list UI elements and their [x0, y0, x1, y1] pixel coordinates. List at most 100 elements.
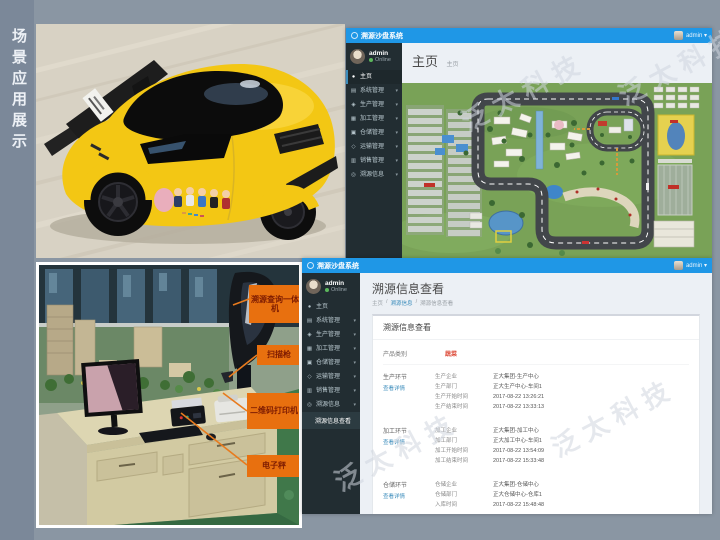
menu-item-label: 销售管理 — [360, 157, 392, 165]
menu-item-label: 运输管理 — [360, 143, 392, 151]
chevron-down-icon: ▾ — [395, 143, 398, 151]
category-value: 蔬菜 — [445, 349, 457, 358]
record-field-value: 2017-08-22 15:33:48 — [493, 456, 544, 466]
titlebar: 溯源沙盘系统 admin ▾ — [302, 258, 712, 273]
record-stage: 加工环节 — [383, 426, 425, 435]
titlebar: 溯源沙盘系统 admin ▾ — [346, 28, 712, 43]
record-row: 加工部门正大加工中心-车间1 — [435, 436, 689, 446]
sidebar-item[interactable]: ●主页 — [302, 300, 360, 314]
menu-item-label: 加工管理 — [360, 115, 392, 123]
record-row: 生产企业正大集团-生产中心 — [435, 372, 689, 382]
sidebar-item[interactable]: ▣仓储管理▾ — [346, 126, 402, 140]
record-field-label: 生产结束时间 — [435, 402, 493, 412]
record-field-value: 2017-08-22 13:54:09 — [493, 446, 544, 456]
record-stage: 仓储环节 — [383, 480, 425, 489]
sidebar-item[interactable]: ◇运输管理▾ — [346, 140, 402, 154]
record-field-value: 正大仓储中心-仓库1 — [493, 490, 542, 500]
sidebar-item[interactable]: ◈生产管理▾ — [346, 98, 402, 112]
menu-item-icon: ▤ — [350, 87, 357, 95]
avatar — [306, 279, 321, 294]
record-row: 入库时间2017-08-22 15:48:48 — [435, 500, 689, 510]
record-field-value: 正大集团-生产中心 — [493, 372, 539, 382]
sidebar-item[interactable]: ◈生产管理▾ — [302, 328, 360, 342]
menu-item-icon: ▥ — [350, 157, 357, 165]
breadcrumb-section[interactable]: 溯源信息 — [391, 299, 413, 307]
sidebar-item[interactable]: ◎溯源信息▾ — [302, 398, 360, 412]
sidebar-subitem-trace-view[interactable]: 溯源信息查看 — [302, 412, 360, 429]
sidebar: admin Online ●主页▤系统管理▾◈生产管理▾▦加工管理▾▣仓储管理▾… — [346, 43, 402, 258]
presentation-slide: 场景应用展示 — [0, 0, 720, 540]
sandbox-map-illustration — [402, 83, 712, 258]
equipment-tag-kiosk: 溯源查询一体机 — [249, 285, 301, 323]
main-content: 溯源信息查看 主页 / 溯源信息 / 溯源信息查看 溯源信息查看 产品类别 — [360, 273, 712, 514]
sidebar-submenu: 溯源信息查看 — [302, 412, 360, 429]
toy-car-illustration — [36, 24, 345, 258]
photo-office-equipment: 溯源查询一体机 扫描枪 二维码打印机 电子秤 — [36, 262, 302, 528]
menu-item-icon: ▥ — [306, 387, 313, 395]
sidebar-item[interactable]: ▥销售管理▾ — [302, 384, 360, 398]
trace-record: 生产环节查看详情生产企业正大集团-生产中心生产部门正大生产中心-车间1生产开始时… — [383, 365, 689, 419]
user-menu[interactable]: admin ▾ — [674, 261, 707, 270]
equipment-tag-printer: 二维码打印机 — [247, 393, 301, 429]
menu-item-label: 溯源信息 — [360, 171, 392, 179]
record-field-value: 正大加工中心-车间1 — [493, 436, 542, 446]
record-field-value: 2017-08-22 13:33:13 — [493, 402, 544, 412]
chevron-down-icon: ▾ — [395, 115, 398, 123]
page-title: 主页 — [412, 54, 438, 69]
sidebar-item[interactable]: ◇运输管理▾ — [302, 370, 360, 384]
sidebar-item[interactable]: ●主页 — [346, 70, 402, 84]
menu-item-label: 运输管理 — [316, 373, 350, 381]
menu-item-icon: ▦ — [350, 115, 357, 123]
sidebar-item[interactable]: ▦加工管理▾ — [346, 112, 402, 126]
sidebar-item[interactable]: ▦加工管理▾ — [302, 342, 360, 356]
avatar — [674, 261, 683, 270]
view-details-link[interactable]: 查看详情 — [383, 438, 425, 446]
record-row: 仓储企业正大集团-仓储中心 — [435, 480, 689, 490]
menu-item-icon: ● — [306, 303, 313, 311]
record-row: 加工结束时间2017-08-22 15:33:48 — [435, 456, 689, 466]
sidebar-item[interactable]: ▣仓储管理▾ — [302, 356, 360, 370]
online-dot-icon — [369, 58, 373, 62]
sidebar-item[interactable]: ▥销售管理▾ — [346, 154, 402, 168]
record-field-label: 加工结束时间 — [435, 456, 493, 466]
menu-item-label: 加工管理 — [316, 345, 350, 353]
menu-item-label: 生产管理 — [360, 101, 392, 109]
online-status: Online — [369, 57, 391, 64]
record-field-value: 2017-08-22 13:26:21 — [493, 392, 544, 402]
equipment-tag-scale: 电子秤 — [247, 455, 301, 477]
record-row: 生产开始时间2017-08-22 13:26:21 — [435, 392, 689, 402]
record-field-label: 加工部门 — [435, 436, 493, 446]
chevron-down-icon: ▾ — [353, 387, 356, 395]
menu-item-icon: ◈ — [306, 331, 313, 339]
sidebar-item[interactable]: ◎溯源信息▾ — [346, 168, 402, 182]
breadcrumb: 主页 — [446, 62, 458, 68]
sidebar-item[interactable]: ▤系统管理▾ — [302, 314, 360, 328]
record-row: 加工企业正大集团-加工中心 — [435, 426, 689, 436]
view-details-link[interactable]: 查看详情 — [383, 384, 425, 392]
user-menu[interactable]: admin ▾ — [674, 31, 707, 40]
app-brand: 溯源沙盘系统 — [317, 261, 359, 271]
breadcrumb-home[interactable]: 主页 — [372, 299, 383, 307]
record-row: 生产部门正大生产中心-车间1 — [435, 382, 689, 392]
app-brand: 溯源沙盘系统 — [361, 31, 403, 41]
sidebar-item[interactable]: ▤系统管理▾ — [346, 84, 402, 98]
sidebar: admin Online ●主页▤系统管理▾◈生产管理▾▦加工管理▾▣仓储管理▾… — [302, 273, 360, 514]
page-header: 主页 主页 — [402, 43, 712, 73]
menu-item-icon: ◇ — [350, 143, 357, 151]
trace-panel: 溯源信息查看 产品类别 蔬菜 生产环节查看详情生产企业正大集团-生产中心生产部门… — [372, 314, 700, 514]
record-field-value: 2017-08-22 15:48:48 — [493, 500, 544, 510]
menu-item-label: 销售管理 — [316, 387, 350, 395]
menu-item-label: 仓储管理 — [360, 129, 392, 137]
menu-item-icon: ◈ — [350, 101, 357, 109]
record-field-label: 生产开始时间 — [435, 392, 493, 402]
trace-record: 仓储环节查看详情仓储企业正大集团-仓储中心仓储部门正大仓储中心-仓库1入库时间2… — [383, 473, 689, 514]
main-content: 主页 主页 — [402, 43, 712, 258]
record-row: 生产结束时间2017-08-22 13:33:13 — [435, 402, 689, 412]
chevron-down-icon: ▾ — [395, 101, 398, 109]
menu-item-label: 系统管理 — [316, 317, 350, 325]
qr-printer — [214, 393, 251, 422]
trace-records: 生产环节查看详情生产企业正大集团-生产中心生产部门正大生产中心-车间1生产开始时… — [383, 365, 689, 514]
electronic-scale — [169, 397, 206, 426]
view-details-link[interactable]: 查看详情 — [383, 492, 425, 500]
menu-item-label: 仓储管理 — [316, 359, 350, 367]
